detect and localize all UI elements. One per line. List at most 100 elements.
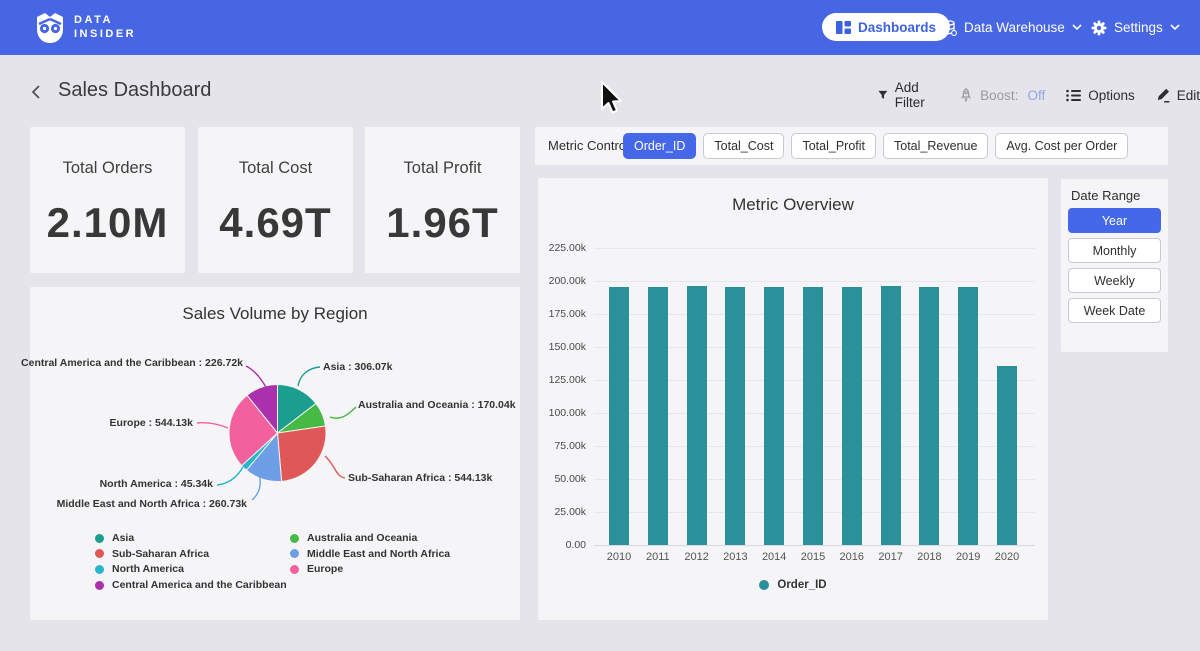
bar-2010[interactable]	[609, 287, 629, 545]
legend-label: Sub-Saharan Africa	[112, 548, 209, 560]
dashboards-button[interactable]: Dashboards	[822, 13, 950, 41]
boost-toggle[interactable]: Boost: Off	[959, 88, 1045, 103]
data-warehouse-label: Data Warehouse	[964, 20, 1065, 35]
legend-label: Order_ID	[777, 579, 826, 591]
legend-label: Central America and the Caribbean	[112, 579, 287, 591]
metric-button-total-cost[interactable]: Total_Cost	[703, 133, 784, 159]
legend-label: Asia	[112, 532, 134, 544]
sales-dashboard-screen: DATA INSIDER Dashboards Data Warehouse	[0, 0, 1200, 651]
pie-leader-line	[197, 423, 228, 428]
x-axis-tick: 2014	[754, 551, 794, 563]
pie-label-north-america: North America : 45.34k	[100, 478, 213, 490]
bar-2011[interactable]	[648, 287, 668, 545]
gridline	[594, 248, 1035, 249]
pie-leader-line	[246, 366, 267, 389]
metric-button-total-profit[interactable]: Total_Profit	[791, 133, 876, 159]
logo-wordmark: DATA INSIDER	[74, 13, 136, 41]
header-actions: Add Filter Boost: Off Options Edit	[878, 80, 1200, 110]
date-range-button-year[interactable]: Year	[1068, 208, 1161, 233]
pie-legend-item-asia[interactable]: Asia	[95, 532, 134, 544]
metric-control-buttons: Order_ID Total_Cost Total_Profit Total_Reve…	[623, 133, 1128, 159]
metric-control-bar: Metric Control Order_IDTotal_CostTotal_P…	[535, 127, 1168, 165]
edit-label: Edit	[1177, 88, 1200, 103]
pie-legend-item-europe[interactable]: Europe	[290, 563, 343, 575]
nav-settings[interactable]: Settings	[1091, 14, 1180, 41]
date-range-button-monthly[interactable]: Monthly	[1068, 238, 1161, 263]
logo-line2: INSIDER	[74, 27, 136, 41]
y-axis-tick: 100.00k	[538, 407, 586, 419]
rocket-icon	[959, 88, 973, 102]
pie-legend-item-north-america[interactable]: North America	[95, 563, 184, 575]
gear-icon	[1091, 20, 1107, 36]
add-filter-button[interactable]: Add Filter	[878, 80, 938, 110]
date-range-button-week-date[interactable]: Week Date	[1068, 298, 1161, 323]
legend-dot	[95, 581, 104, 590]
kpi-label: Total Orders	[30, 159, 185, 178]
bar-chart-title: Metric Overview	[538, 195, 1048, 215]
pie-leader-line	[298, 367, 320, 386]
nav-data-warehouse[interactable]: Data Warehouse	[941, 14, 1082, 41]
owl-logo-icon	[33, 11, 67, 45]
bar-2013[interactable]	[725, 287, 745, 545]
y-axis-tick: 50.00k	[538, 473, 586, 485]
pie-legend-item-central-america-and-the-caribbean[interactable]: Central America and the Caribbean	[95, 579, 287, 591]
chevron-down-icon	[1072, 24, 1082, 31]
pie-legend-item-sub-saharan-africa[interactable]: Sub-Saharan Africa	[95, 548, 209, 560]
pie-label-asia: Asia : 306.07k	[323, 361, 392, 373]
x-axis-tick: 2013	[715, 551, 755, 563]
page-title: Sales Dashboard	[58, 79, 211, 102]
dashboards-grid-icon	[836, 21, 851, 34]
bar-2012[interactable]	[687, 286, 707, 545]
pie-leader-line	[325, 456, 345, 478]
bar-2015[interactable]	[803, 287, 823, 545]
edit-button[interactable]: Edit	[1156, 88, 1200, 103]
filter-funnel-icon	[878, 89, 888, 101]
kpi-card-total-cost: Total Cost 4.69T	[198, 127, 353, 273]
back-arrow-icon[interactable]	[28, 84, 44, 100]
x-axis-tick: 2010	[599, 551, 639, 563]
legend-dot	[759, 580, 769, 590]
bar-2017[interactable]	[881, 286, 901, 545]
mouse-cursor	[598, 80, 624, 116]
pie-label-central-america-and-the-caribbean: Central America and the Caribbean : 226.…	[21, 357, 243, 369]
logo-line1: DATA	[74, 13, 136, 27]
bar-2020[interactable]	[997, 366, 1017, 545]
pencil-icon	[1156, 88, 1170, 103]
boost-value: Off	[1027, 88, 1045, 103]
chevron-down-icon	[1170, 24, 1180, 31]
bar-2018[interactable]	[919, 287, 939, 545]
pie-legend-item-middle-east-and-north-africa[interactable]: Middle East and North Africa	[290, 548, 450, 560]
kpi-value: 1.96T	[365, 199, 520, 247]
pie-label-australia-and-oceania: Australia and Oceania : 170.04k	[358, 399, 516, 411]
metric-button-order-id[interactable]: Order_ID	[623, 133, 696, 159]
x-axis-tick: 2018	[909, 551, 949, 563]
boost-label: Boost:	[980, 88, 1018, 103]
pie-leader-line	[330, 407, 356, 418]
bar-chart-card: Metric Overview 0.0025.00k50.00k75.00k10…	[538, 178, 1048, 620]
legend-dot	[95, 534, 104, 543]
legend-label: Europe	[307, 563, 343, 575]
y-axis-tick: 150.00k	[538, 341, 586, 353]
metric-button-total-revenue[interactable]: Total_Revenue	[883, 133, 988, 159]
settings-label: Settings	[1114, 20, 1163, 35]
bar-2016[interactable]	[842, 287, 862, 545]
add-filter-label: Add Filter	[895, 80, 938, 110]
pie-slice-sub-saharan-africa[interactable]	[278, 426, 327, 481]
legend-dot	[290, 534, 299, 543]
pie-label-europe: Europe : 544.13k	[110, 417, 193, 429]
legend-label: North America	[112, 563, 184, 575]
metric-button-avg-cost-per-order[interactable]: Avg. Cost per Order	[995, 133, 1128, 159]
legend-dot	[290, 565, 299, 574]
kpi-card-total-orders: Total Orders 2.10M	[30, 127, 185, 273]
bar-2019[interactable]	[958, 287, 978, 545]
bar-2014[interactable]	[764, 287, 784, 545]
date-range-button-weekly[interactable]: Weekly	[1068, 268, 1161, 293]
kpi-card-total-profit: Total Profit 1.96T	[365, 127, 520, 273]
pie-legend-item-australia-and-oceania[interactable]: Australia and Oceania	[290, 532, 417, 544]
options-button[interactable]: Options	[1066, 88, 1135, 103]
legend-dot	[95, 565, 104, 574]
kpi-value: 4.69T	[198, 199, 353, 247]
bar-chart-legend[interactable]: Order_ID	[538, 579, 1048, 591]
x-axis-tick: 2011	[638, 551, 678, 563]
x-axis-tick: 2016	[832, 551, 872, 563]
